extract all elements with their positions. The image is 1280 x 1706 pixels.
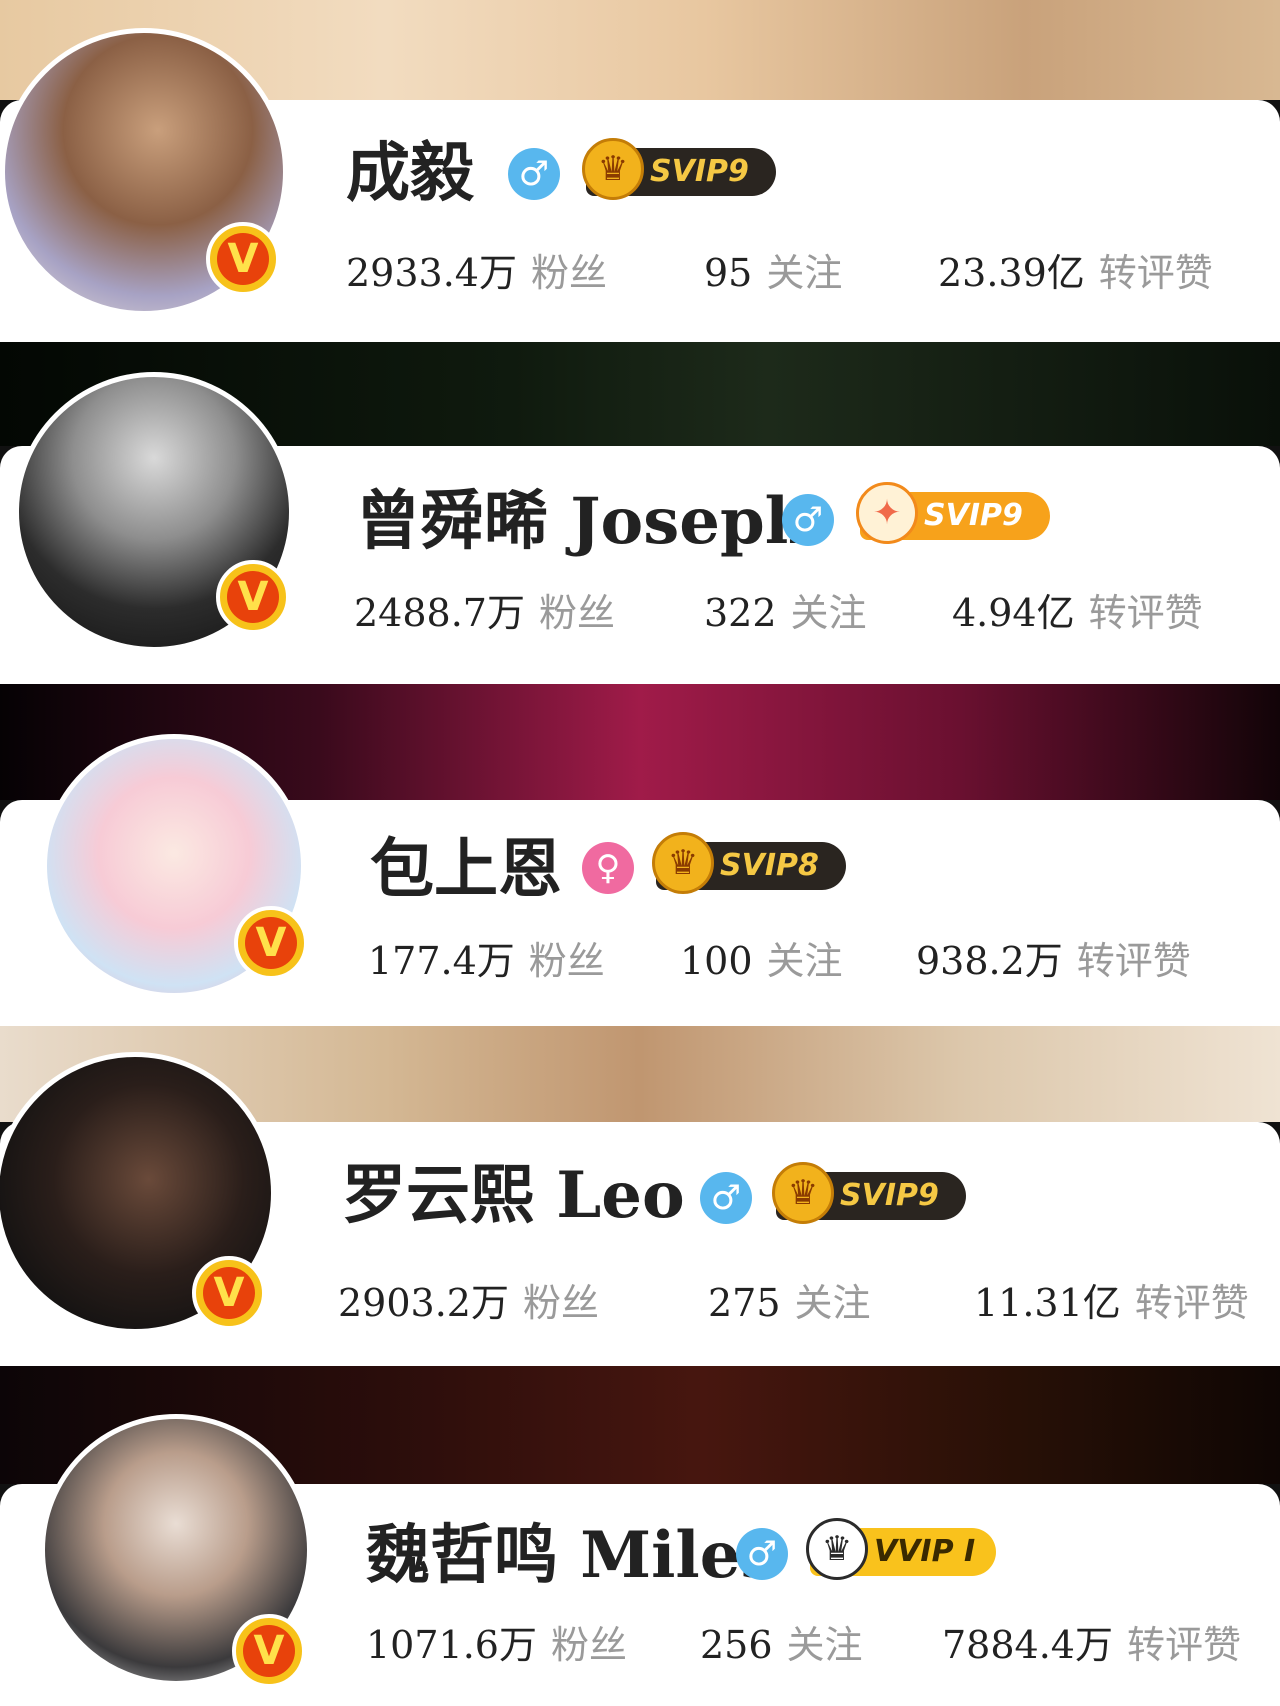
male-icon: ♂ bbox=[782, 494, 834, 546]
stat-interactions[interactable]: 7884.4万 转评赞 bbox=[942, 1614, 1241, 1669]
crown-icon: ♛ bbox=[772, 1162, 834, 1224]
verified-v: V bbox=[227, 571, 279, 623]
profile-name: 魏哲鸣 Miles bbox=[366, 1518, 777, 1593]
stat-fans[interactable]: 2488.7万 粉丝 bbox=[354, 582, 615, 637]
stat-fans[interactable]: 2903.2万 粉丝 bbox=[338, 1272, 599, 1327]
stat-interactions[interactable]: 23.39亿 转评赞 bbox=[938, 242, 1213, 297]
stat-interactions[interactable]: 11.31亿 转评赞 bbox=[974, 1272, 1249, 1327]
profile-card[interactable]: V 成毅 ♂ ♛ SVIP9 2933.4万 粉丝 95 关注 23.39亿 转评赞 bbox=[0, 0, 1280, 342]
vip-level: VVIP I bbox=[874, 1534, 976, 1569]
stats-row: 177.4万 粉丝 100 关注 938.2万 转评赞 bbox=[368, 930, 1268, 983]
female-icon: ♀ bbox=[582, 842, 634, 894]
verified-v: V bbox=[217, 233, 269, 285]
verified-v: V bbox=[243, 1625, 295, 1677]
profile-name: 曾舜晞 Joseph bbox=[356, 484, 812, 559]
stats-row: 2903.2万 粉丝 275 关注 11.31亿 转评赞 bbox=[338, 1272, 1276, 1325]
vip-level: SVIP9 bbox=[924, 498, 1023, 533]
verified-badge-icon: V bbox=[216, 560, 290, 634]
profile-card[interactable]: V 魏哲鸣 Miles ♂ ♛ VVIP I 1071.6万 粉丝 256 关注 7… bbox=[0, 1366, 1280, 1706]
stat-fans[interactable]: 2933.4万 粉丝 bbox=[346, 242, 607, 297]
male-icon: ♂ bbox=[700, 1172, 752, 1224]
stat-following[interactable]: 275 关注 bbox=[708, 1272, 871, 1327]
stat-following[interactable]: 256 关注 bbox=[700, 1614, 863, 1669]
profile-name: 罗云熙 Leo bbox=[342, 1158, 685, 1233]
profile-name: 包上恩 bbox=[370, 832, 562, 907]
stat-following[interactable]: 322 关注 bbox=[704, 582, 867, 637]
stat-following[interactable]: 100 关注 bbox=[680, 930, 843, 985]
crown-icon: ♛ bbox=[652, 832, 714, 894]
verified-badge-icon: V bbox=[234, 906, 308, 980]
vip-badge[interactable]: ♛ SVIP8 bbox=[652, 832, 846, 894]
stat-fans[interactable]: 177.4万 粉丝 bbox=[368, 930, 605, 985]
stats-row: 2488.7万 粉丝 322 关注 4.94亿 转评赞 bbox=[354, 582, 1254, 635]
profile-name: 成毅 bbox=[346, 136, 474, 211]
verified-v: V bbox=[203, 1267, 255, 1319]
stats-row: 2933.4万 粉丝 95 关注 23.39亿 转评赞 bbox=[346, 242, 1246, 295]
vip-level: SVIP9 bbox=[650, 154, 749, 189]
profile-collage: V 成毅 ♂ ♛ SVIP9 2933.4万 粉丝 95 关注 23.39亿 转评赞 … bbox=[0, 0, 1280, 1706]
vip-badge[interactable]: ✦ SVIP9 bbox=[856, 482, 1050, 544]
vip-level: SVIP8 bbox=[720, 848, 819, 883]
crown-icon: ♛ bbox=[806, 1518, 868, 1580]
stats-row: 1071.6万 粉丝 256 关注 7884.4万 转评赞 bbox=[366, 1614, 1266, 1667]
profile-card[interactable]: V 包上恩 ♀ ♛ SVIP8 177.4万 粉丝 100 关注 938.2万 转评赞 bbox=[0, 684, 1280, 1026]
stat-interactions[interactable]: 4.94亿 转评赞 bbox=[952, 582, 1203, 637]
crown-icon: ♛ bbox=[582, 138, 644, 200]
verified-badge-icon: V bbox=[192, 1256, 266, 1330]
verified-badge-icon: V bbox=[206, 222, 280, 296]
verified-badge-icon: V bbox=[232, 1614, 306, 1688]
male-icon: ♂ bbox=[508, 148, 560, 200]
vip-badge[interactable]: ♛ SVIP9 bbox=[582, 138, 776, 200]
stat-following[interactable]: 95 关注 bbox=[704, 242, 842, 297]
stat-fans[interactable]: 1071.6万 粉丝 bbox=[366, 1614, 627, 1669]
vip-badge[interactable]: ♛ SVIP9 bbox=[772, 1162, 966, 1224]
male-icon: ♂ bbox=[736, 1528, 788, 1580]
profile-card[interactable]: V 罗云熙 Leo ♂ ♛ SVIP9 2903.2万 粉丝 275 关注 11.3… bbox=[0, 1026, 1280, 1366]
vip-badge[interactable]: ♛ VVIP I bbox=[806, 1518, 996, 1580]
verified-v: V bbox=[245, 917, 297, 969]
vip-level: SVIP9 bbox=[840, 1178, 939, 1213]
profile-card[interactable]: V 曾舜晞 Joseph ♂ ✦ SVIP9 2488.7万 粉丝 322 关注 4… bbox=[0, 342, 1280, 684]
crown-icon: ✦ bbox=[856, 482, 918, 544]
stat-interactions[interactable]: 938.2万 转评赞 bbox=[916, 930, 1191, 985]
